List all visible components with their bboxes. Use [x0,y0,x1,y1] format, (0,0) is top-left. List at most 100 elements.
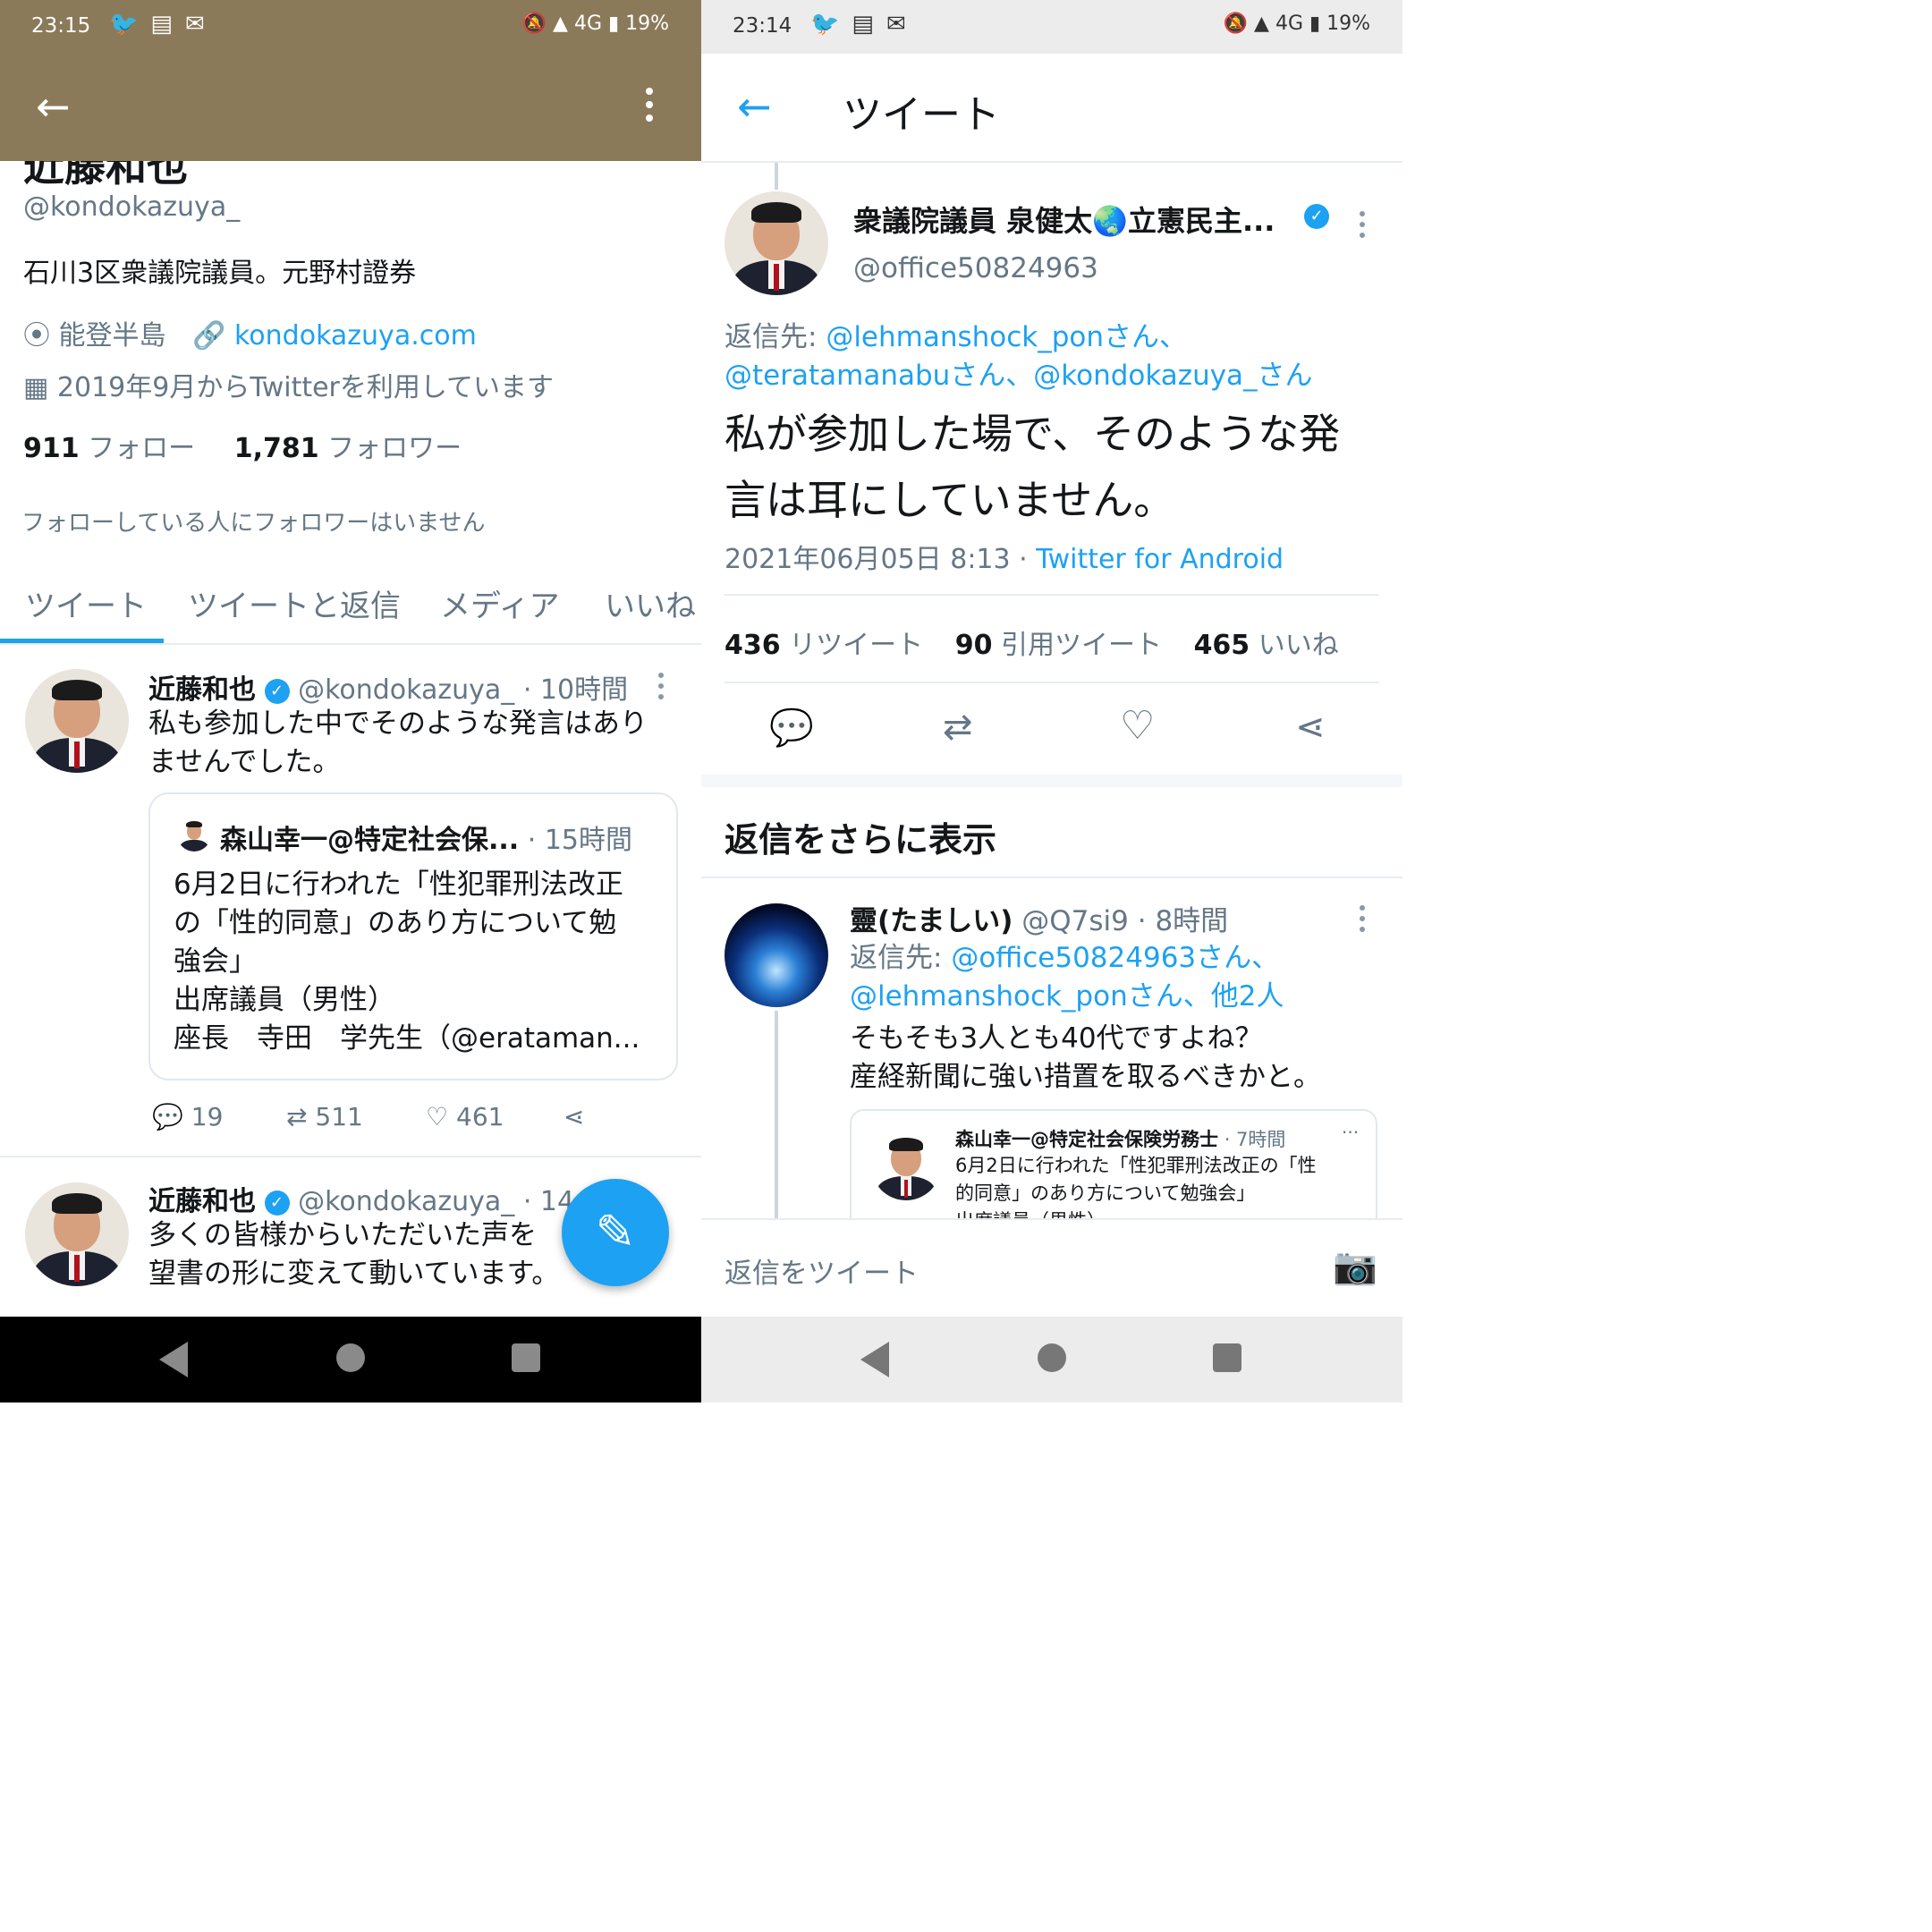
section-separator [701,775,1402,787]
profile-joined: 2019年9月からTwitterを利用しています [56,372,554,403]
followers-label: フォロワー [327,433,462,464]
retweets-stat[interactable]: 436 リツイート [724,630,923,661]
reply-to: 返信先: @lehmanshock_ponさん、 @teratamanabuさん… [724,318,1313,395]
tweet-author-handle: @kondokazuya_ [298,674,515,706]
tab-tweets-replies[interactable]: ツイートと返信 [188,581,401,625]
status-time: 23:15 [31,14,91,38]
reply-time: · 8時間 [1137,905,1229,937]
tab-media[interactable]: メディア [440,581,560,625]
quoted-avatar [871,1131,941,1200]
reply-author-handle: @Q7si9 [1021,905,1129,937]
profile-meta-row: ⦿ 能登半島 🔗 kondokazuya.com [23,313,477,352]
profile-bio: 石川3区衆議院議員。元野村證券 [23,258,417,289]
more-options-icon[interactable] [640,88,658,128]
quoted-text: 6月2日に行われた「性犯罪刑法改正 の「性的同意」のあり方について勉 強会」 出… [174,869,640,1055]
divider [724,682,1379,683]
divider [724,594,1379,596]
tweet-menu-icon[interactable] [658,673,664,705]
verified-badge-icon: ✓ [264,678,290,704]
thread-line [775,163,778,190]
battery-level: 19% [625,13,669,35]
battery-level: 19% [1326,13,1370,35]
avatar[interactable] [724,903,828,1007]
reply-mention[interactable]: @lehmanshock_ponさん、他2人 [850,978,1284,1016]
profile-location: 能登半島 [58,320,166,352]
mutual-followers-note: フォローしている人にフォロワーはいません [21,510,486,537]
back-arrow-icon[interactable]: ← [36,86,71,127]
quoted-time: · 7時間 [1224,1129,1286,1150]
tweet-menu-icon[interactable] [1360,211,1365,243]
following-label: フォロー [88,433,196,464]
quoted-avatar [177,818,211,852]
nav-back-icon[interactable] [159,1342,188,1377]
tab-tweets[interactable]: ツイート [25,581,147,625]
system-icons: 🔕 ▲ 4G ▮ 19% [521,13,669,35]
nav-recents-icon[interactable] [512,1343,540,1372]
network-indicator: 4G [1275,13,1303,35]
share-icon[interactable]: ⋖ [1295,707,1326,748]
tab-likes[interactable]: いいね [605,581,696,625]
reply-mention[interactable]: @office50824963さん、 [951,942,1279,974]
like-action[interactable]: ♡ 461 [426,1102,504,1131]
reply-to: 返信先: @office50824963さん、 @lehmanshock_pon… [850,939,1284,1016]
reply-action[interactable]: 💬 19 [152,1102,223,1131]
tweet-text: 私が参加した場で、そのような発 言は耳にしていません。 [724,410,1341,524]
location-icon: ⦿ [23,320,50,352]
retweet-icon: ⇄ [286,1102,308,1131]
share-icon[interactable]: ⋖ [564,1102,584,1131]
reply-input[interactable]: 返信をツイート [724,1250,919,1291]
camera-icon[interactable]: 📷 [1333,1245,1377,1287]
reply-icon[interactable]: 💬 [769,707,814,749]
tweet-menu-icon[interactable] [1360,905,1365,937]
following-link[interactable]: 911 フォロー [23,433,195,464]
reply-author-name[interactable]: 靈(たましい) [850,905,1013,937]
nav-recents-icon[interactable] [1213,1343,1241,1372]
android-nav-bar [701,1317,1402,1402]
reply-mention[interactable]: @teratamanabuさん、@kondokazuya_さん [724,357,1313,395]
retweet-icon[interactable]: ⇄ [943,707,973,748]
tweet-author-name[interactable]: 近藤和也 [148,674,256,706]
nav-home-icon[interactable] [336,1343,365,1372]
heart-icon[interactable]: ♡ [1120,703,1155,749]
retweet-action[interactable]: ⇄ 511 [286,1102,363,1131]
tweet-header: 近藤和也 ✓ @kondokazuya_ · 14 [148,1179,574,1218]
tweet-header: 近藤和也 ✓ @kondokazuya_ · 10時間 [148,667,628,707]
network-indicator: 4G [573,13,602,35]
avatar[interactable] [25,669,129,773]
header-divider [701,161,1402,163]
like-count: 461 [456,1102,504,1131]
more-replies-heading: 返信をさらに表示 [724,820,997,860]
tweet-divider [0,1156,701,1157]
tweet-author-name[interactable]: 近藤和也 [148,1186,256,1217]
likes-stat[interactable]: 465 いいね [1194,630,1339,661]
quoted-tweet[interactable]: 森山幸一@特定社会保... · 15時間 6月2日に行われた「性犯罪刑法改正 の… [148,792,678,1080]
avatar[interactable] [724,191,828,295]
tweet-detail-pane: 23:14 🐦▤✉ 🔕 ▲ 4G ▮ 19% ← ツイート 衆議院議員 泉健太🌏… [701,0,1402,1402]
profile-url[interactable]: kondokazuya.com [234,320,477,352]
follow-counts: 911 フォロー 1,781 フォロワー [23,426,462,465]
status-bar: 23:15 🐦▤✉ 🔕 ▲ 4G ▮ 19% [0,0,701,54]
tweet-text: 私も参加した中でそのような発言はあり ませんでした。 [148,708,648,778]
profile-handle: @kondokazuya_ [23,191,241,223]
compose-tweet-button[interactable]: ✎ [562,1179,669,1286]
reply-header: 靈(たましい) @Q7si9 · 8時間 [850,898,1228,938]
verified-badge-icon: ✓ [1304,204,1329,229]
reply-icon: 💬 [152,1102,183,1131]
tweet-client[interactable]: Twitter for Android [1036,544,1284,575]
nav-home-icon[interactable] [1038,1343,1066,1372]
followers-link[interactable]: 1,781 フォロワー [234,433,462,464]
quotes-stat[interactable]: 90 引用ツイート [955,630,1162,661]
tweet-author-name[interactable]: 衆議院議員 泉健太🌏立憲民主... [853,199,1275,240]
avatar[interactable] [25,1182,129,1286]
heart-icon: ♡ [426,1102,449,1131]
quoted-menu-icon[interactable]: ··· [1342,1122,1359,1143]
link-icon: 🔗 [192,320,226,352]
tweet-card[interactable]: 近藤和也 ✓ @kondokazuya_ · 10時間 私も参加した中でそのよう… [0,646,701,1156]
nav-back-icon[interactable] [860,1342,889,1377]
retweet-count: 511 [315,1102,363,1131]
verified-badge-icon: ✓ [264,1190,290,1216]
back-arrow-icon[interactable]: ← [737,86,772,127]
reply-mention[interactable]: @lehmanshock_ponさん、 [826,321,1187,353]
tweet-author-handle: @office50824963 [853,252,1098,284]
quoted-author-name: 森山幸一@特定社会保... [220,825,520,856]
